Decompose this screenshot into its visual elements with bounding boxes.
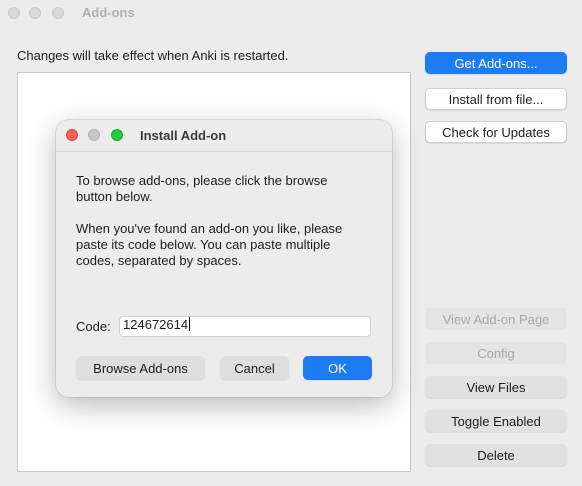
title-bar: Add-ons bbox=[0, 0, 582, 26]
dialog-title: Install Add-on bbox=[140, 128, 227, 143]
close-window-button[interactable] bbox=[8, 7, 20, 19]
install-from-file-button[interactable]: Install from file... bbox=[425, 88, 567, 110]
code-input[interactable]: 124672614 bbox=[119, 316, 371, 337]
dialog-close-button[interactable] bbox=[66, 129, 78, 141]
addons-window: Add-ons Changes will take effect when An… bbox=[0, 0, 582, 486]
code-value: 124672614 bbox=[123, 317, 189, 332]
text-caret bbox=[189, 317, 191, 331]
browse-instructions: To browse add-ons, please click the brow… bbox=[76, 173, 328, 204]
browse-addons-button[interactable]: Browse Add-ons bbox=[76, 356, 205, 380]
minimize-window-button[interactable] bbox=[29, 7, 41, 19]
dialog-minimize-button[interactable] bbox=[88, 129, 100, 141]
cancel-button[interactable]: Cancel bbox=[220, 356, 289, 380]
window-title: Add-ons bbox=[82, 5, 135, 20]
view-addon-page-button[interactable]: View Add-on Page bbox=[425, 308, 567, 330]
check-for-updates-button[interactable]: Check for Updates bbox=[425, 121, 567, 143]
install-addon-dialog: Install Add-on To browse add-ons, please… bbox=[56, 120, 392, 397]
config-button[interactable]: Config bbox=[425, 342, 567, 364]
ok-button[interactable]: OK bbox=[303, 356, 372, 380]
dialog-divider bbox=[56, 151, 392, 152]
paste-instructions: When you've found an add-on you like, pl… bbox=[76, 221, 343, 268]
view-files-button[interactable]: View Files bbox=[425, 376, 567, 398]
delete-button[interactable]: Delete bbox=[425, 444, 567, 466]
get-addons-button[interactable]: Get Add-ons... bbox=[425, 52, 567, 74]
code-label: Code: bbox=[76, 319, 111, 334]
dialog-maximize-button[interactable] bbox=[111, 129, 123, 141]
maximize-window-button[interactable] bbox=[52, 7, 64, 19]
restart-notice: Changes will take effect when Anki is re… bbox=[17, 48, 289, 63]
toggle-enabled-button[interactable]: Toggle Enabled bbox=[425, 410, 567, 432]
